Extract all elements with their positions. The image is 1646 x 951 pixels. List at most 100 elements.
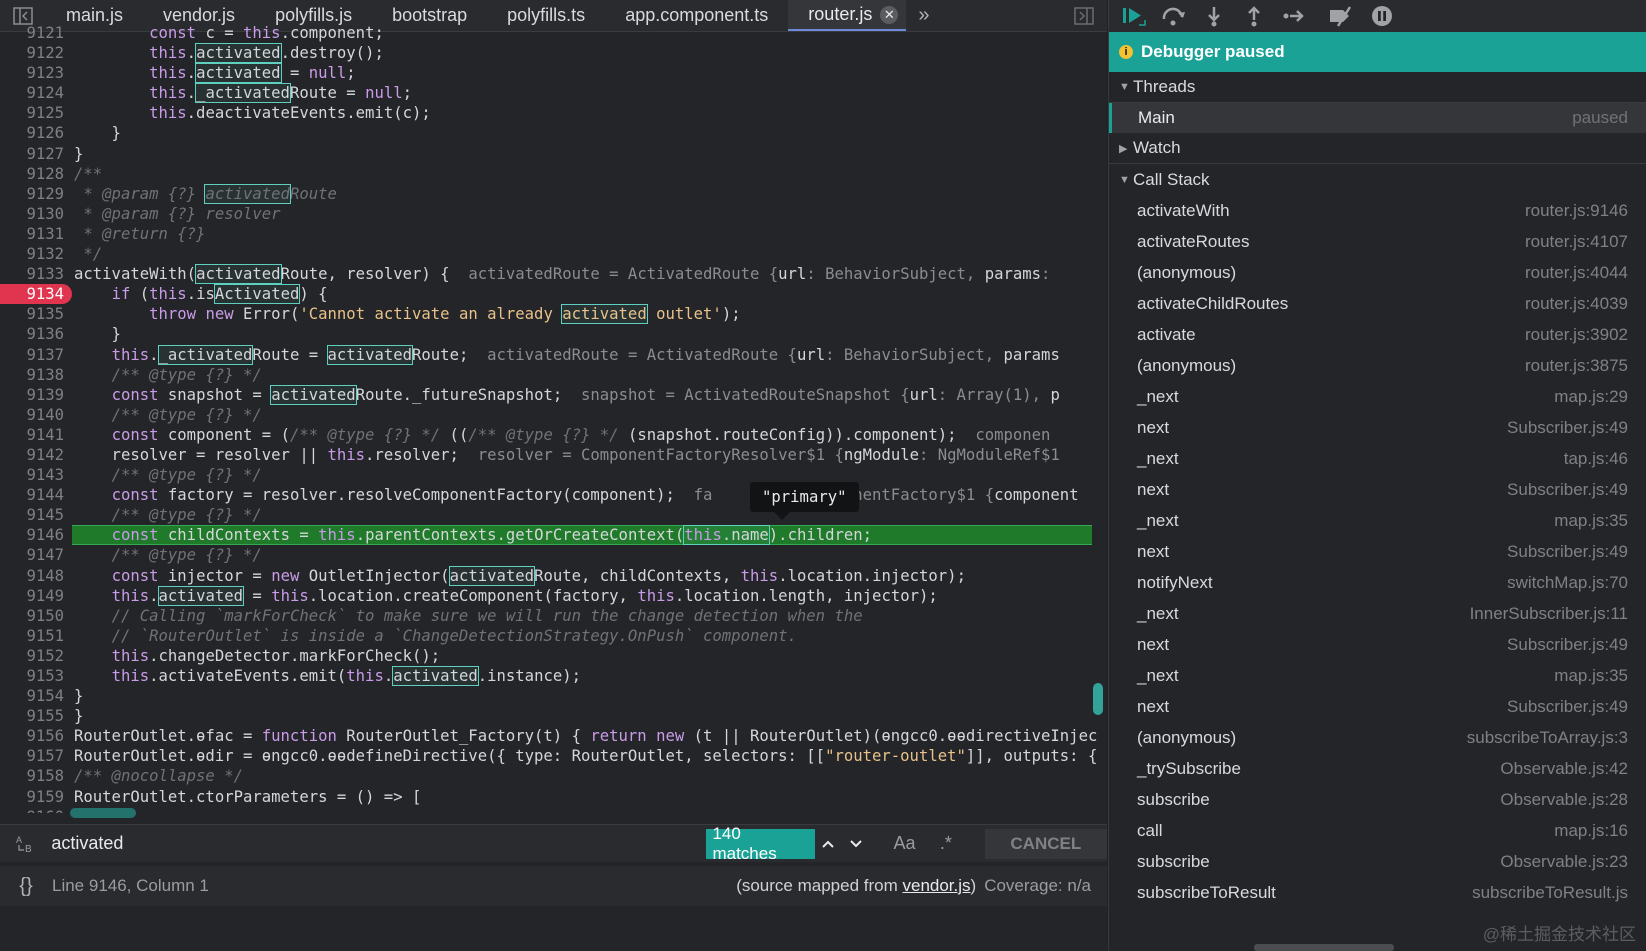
- code-line: 9142 resolver = resolver || this.resolve…: [0, 445, 1107, 465]
- step-over-button[interactable]: [1159, 1, 1189, 31]
- call-stack-frame[interactable]: _next map.js:35: [1109, 505, 1646, 536]
- line-number[interactable]: 9160: [0, 807, 64, 813]
- line-number[interactable]: 9143: [0, 465, 64, 485]
- code-line: 9129 * @param {?} activatedRoute: [0, 183, 1107, 204]
- call-stack-frame[interactable]: subscribe Observable.js:23: [1109, 846, 1646, 877]
- call-stack-frame[interactable]: _next map.js:29: [1109, 381, 1646, 412]
- line-number[interactable]: 9150: [0, 606, 64, 626]
- pause-on-exceptions-button[interactable]: [1367, 1, 1397, 31]
- deactivate-breakpoints-button[interactable]: [1327, 1, 1357, 31]
- call-stack-frame[interactable]: next Subscriber.js:49: [1109, 474, 1646, 505]
- code-text: RouterOutlet.ɵdir = ɵngcc0.ɵɵdefineDirec…: [74, 747, 1098, 766]
- code-line: 9130 * @param {?} resolver: [0, 204, 1107, 224]
- call-stack-frame[interactable]: next Subscriber.js:49: [1109, 536, 1646, 567]
- line-number[interactable]: 9154: [0, 686, 64, 706]
- call-stack-frame[interactable]: activate router.js:3902: [1109, 319, 1646, 350]
- code-line: 9141 const component = (/** @type {?} */…: [0, 425, 1107, 445]
- line-number[interactable]: 9153: [0, 666, 64, 686]
- close-icon[interactable]: ✕: [880, 5, 899, 24]
- call-stack-section-header[interactable]: ▼ Call Stack: [1109, 164, 1646, 195]
- step-button[interactable]: [1279, 1, 1309, 31]
- call-stack-frame[interactable]: subscribe Observable.js:28: [1109, 784, 1646, 815]
- code-text: }: [74, 325, 121, 344]
- line-number[interactable]: 9148: [0, 566, 64, 586]
- line-number[interactable]: 9155: [0, 706, 64, 726]
- vertical-scrollbar-thumb[interactable]: [1093, 683, 1103, 715]
- call-stack-frame[interactable]: _next map.js:35: [1109, 660, 1646, 691]
- line-number[interactable]: 9123: [0, 63, 64, 83]
- call-stack-frame[interactable]: activateRoutes router.js:4107: [1109, 226, 1646, 257]
- horizontal-scrollbar-thumb[interactable]: [70, 808, 136, 818]
- call-stack-frame[interactable]: _trySubscribe Observable.js:42: [1109, 753, 1646, 784]
- line-number[interactable]: 9127: [0, 144, 64, 164]
- line-number[interactable]: 9136: [0, 324, 64, 344]
- line-number[interactable]: 9149: [0, 586, 64, 606]
- panel-horizontal-scrollbar[interactable]: [1254, 944, 1394, 951]
- line-number[interactable]: 9139: [0, 385, 64, 405]
- code-line: 9135 throw new Error('Cannot activate an…: [0, 304, 1107, 325]
- call-stack-frame[interactable]: activateChildRoutes router.js:4039: [1109, 288, 1646, 319]
- call-stack-frame[interactable]: next Subscriber.js:49: [1109, 691, 1646, 722]
- code-text: }: [74, 144, 84, 163]
- line-number[interactable]: 9159: [0, 787, 64, 807]
- line-number[interactable]: 9145: [0, 505, 64, 525]
- line-number[interactable]: 9124: [0, 83, 64, 103]
- line-number[interactable]: 9130: [0, 204, 64, 224]
- sidebar-toggle-icon: [1074, 6, 1094, 25]
- line-number[interactable]: 9133: [0, 264, 64, 284]
- regex-toggle[interactable]: .*: [925, 829, 966, 859]
- step-out-button[interactable]: [1239, 1, 1269, 31]
- line-number[interactable]: 9138: [0, 365, 64, 385]
- line-number[interactable]: 9131: [0, 224, 64, 244]
- line-number[interactable]: 9151: [0, 626, 64, 646]
- thread-main[interactable]: Main paused: [1109, 103, 1646, 133]
- line-number[interactable]: 9140: [0, 405, 64, 425]
- search-input[interactable]: [51, 829, 707, 858]
- call-stack-frame[interactable]: notifyNext switchMap.js:70: [1109, 567, 1646, 598]
- step-into-button[interactable]: [1199, 1, 1229, 31]
- call-stack-frame[interactable]: _next tap.js:46: [1109, 443, 1646, 474]
- breakpoint-line-number[interactable]: 9134: [0, 284, 72, 305]
- threads-section-header[interactable]: ▼ Threads: [1109, 72, 1646, 103]
- line-number[interactable]: 9135: [0, 304, 64, 324]
- call-stack-frame[interactable]: _next InnerSubscriber.js:11: [1109, 598, 1646, 629]
- next-match-button[interactable]: [842, 829, 870, 859]
- code-line: 9149 this.activated = this.location.crea…: [0, 585, 1107, 606]
- line-number[interactable]: 9132: [0, 244, 64, 264]
- line-number[interactable]: 9121: [0, 23, 64, 43]
- watermark: @稀土掘金技术社区: [1482, 925, 1636, 944]
- call-stack-frame[interactable]: subscribeToResult subscribeToResult.js: [1109, 877, 1646, 908]
- pretty-print-button[interactable]: {}: [0, 875, 52, 898]
- call-stack-frame[interactable]: (anonymous) router.js:4044: [1109, 257, 1646, 288]
- code-text: const factory = resolver.resolveComponen…: [111, 486, 1079, 505]
- line-number[interactable]: 9125: [0, 103, 64, 123]
- line-number[interactable]: 9144: [0, 485, 64, 505]
- line-number[interactable]: 9137: [0, 345, 64, 365]
- call-stack-frame[interactable]: (anonymous) subscribeToArray.js:3: [1109, 722, 1646, 753]
- call-stack-frame[interactable]: call map.js:16: [1109, 815, 1646, 846]
- cancel-search-button[interactable]: CANCEL: [984, 828, 1107, 859]
- line-number[interactable]: 9126: [0, 123, 64, 143]
- match-case-toggle[interactable]: Aa: [884, 829, 925, 859]
- debugger-panel: i Debugger paused ▼ Threads Main paused …: [1108, 0, 1646, 951]
- line-number[interactable]: 9157: [0, 746, 64, 766]
- previous-match-button[interactable]: [815, 829, 843, 859]
- line-number[interactable]: 9122: [0, 43, 64, 63]
- call-stack-frame[interactable]: next Subscriber.js:49: [1109, 412, 1646, 443]
- line-number[interactable]: 9128: [0, 164, 64, 184]
- line-number[interactable]: 9142: [0, 445, 64, 465]
- resume-button[interactable]: [1119, 1, 1149, 31]
- line-number[interactable]: 9146: [0, 525, 64, 545]
- line-number[interactable]: 9141: [0, 425, 64, 445]
- line-number[interactable]: 9158: [0, 766, 64, 786]
- call-stack-frame[interactable]: activateWith router.js:9146: [1109, 195, 1646, 226]
- call-stack-frame[interactable]: (anonymous) router.js:3875: [1109, 350, 1646, 381]
- line-number[interactable]: 9147: [0, 545, 64, 565]
- watch-section-header[interactable]: ▶ Watch: [1109, 133, 1646, 164]
- source-file-link[interactable]: vendor.js: [902, 876, 970, 895]
- call-stack-frame[interactable]: next Subscriber.js:49: [1109, 629, 1646, 660]
- line-number[interactable]: 9152: [0, 646, 64, 666]
- line-number[interactable]: 9156: [0, 726, 64, 746]
- code-view[interactable]: 9121 const c = this.component; 9122 this.…: [0, 23, 1107, 813]
- line-number[interactable]: 9129: [0, 184, 64, 204]
